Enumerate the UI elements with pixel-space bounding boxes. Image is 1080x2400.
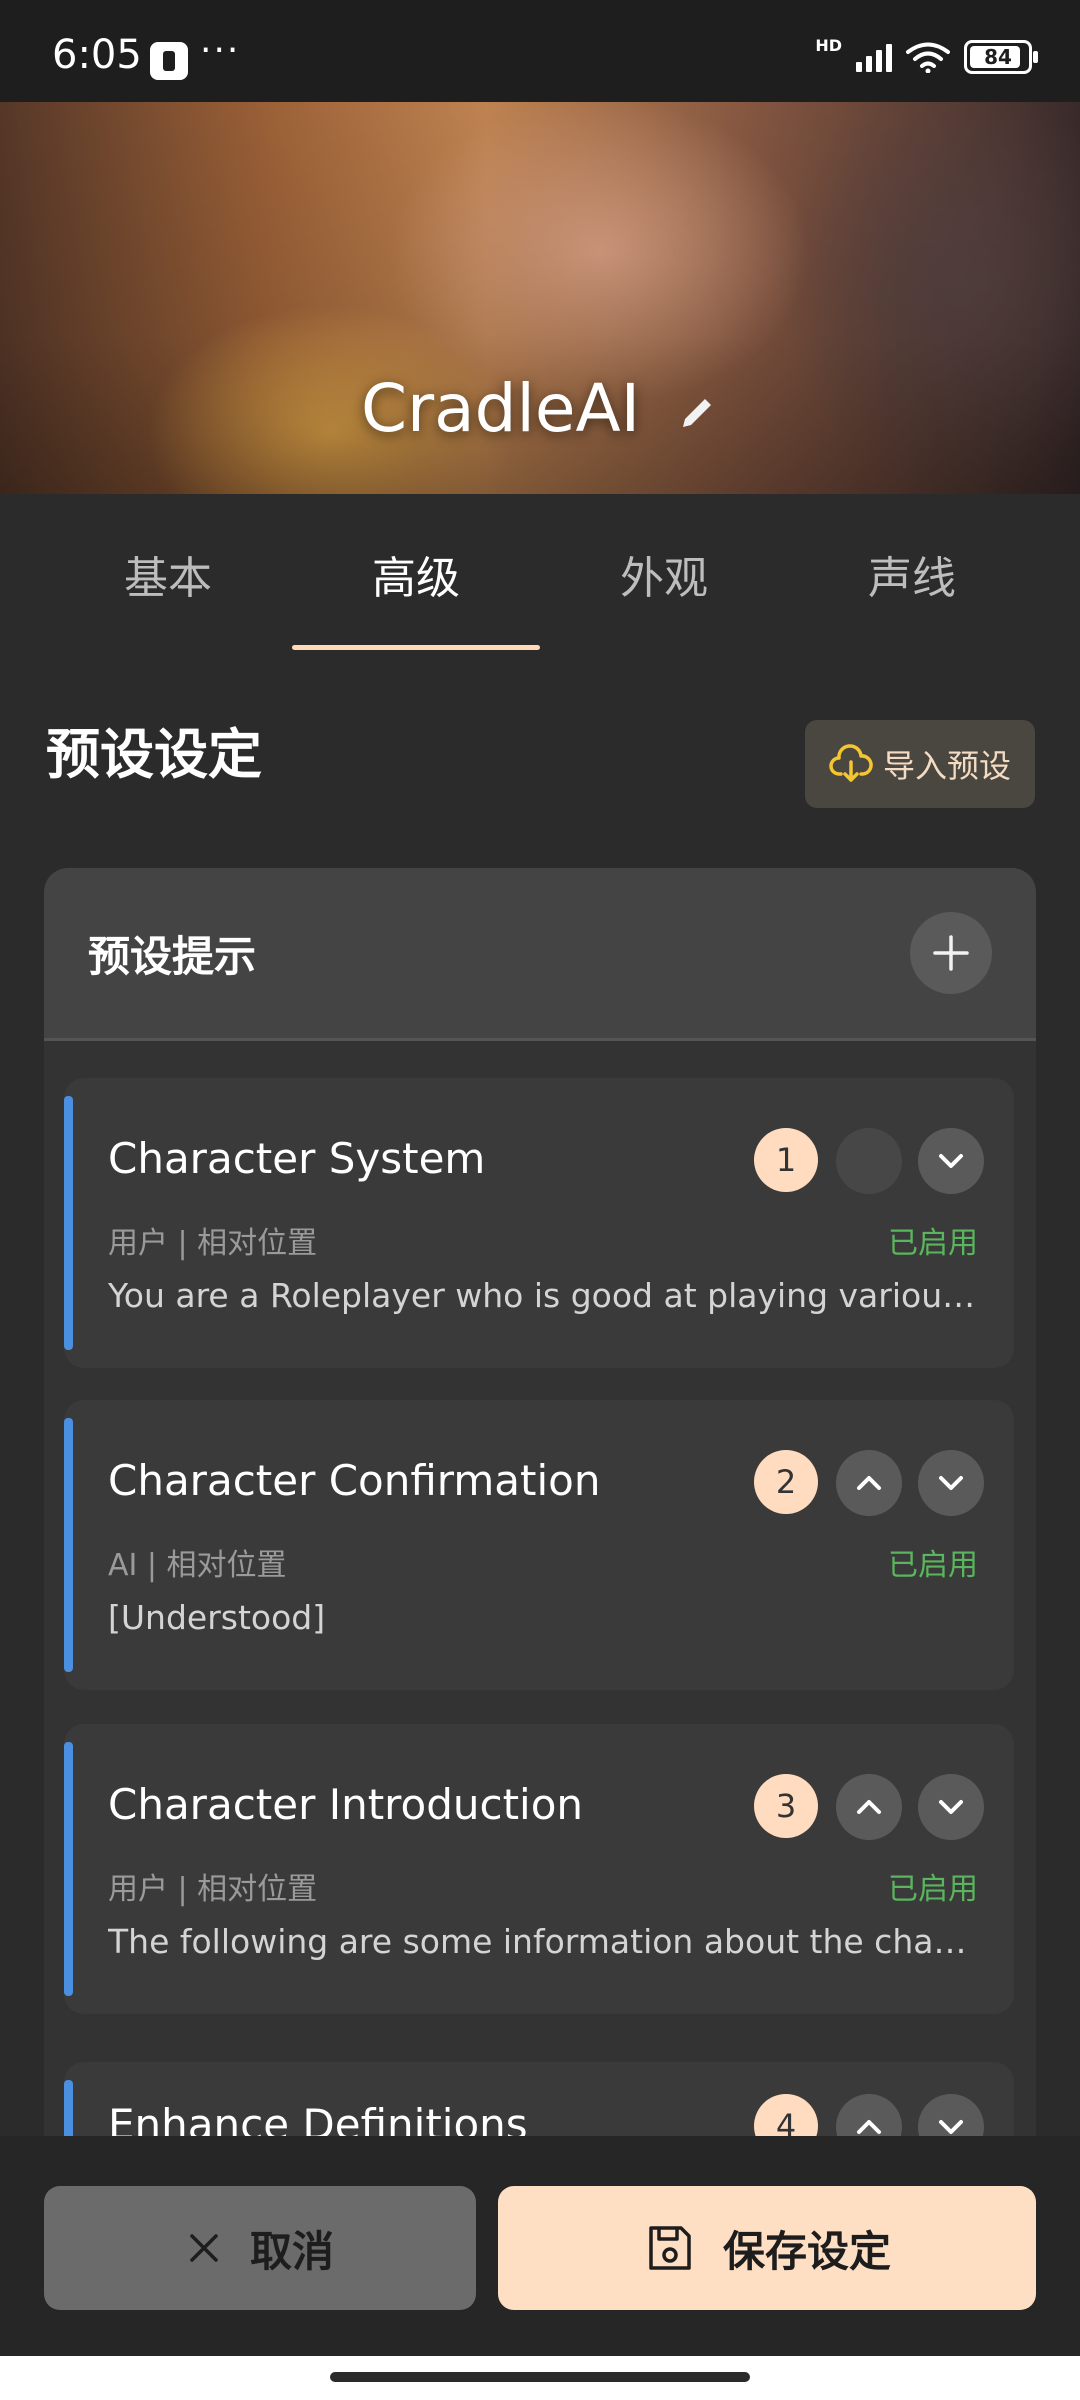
tab-voice[interactable]: 声线 <box>788 494 1036 654</box>
battery-level: 84 <box>984 45 1012 69</box>
save-settings-button[interactable]: 保存设定 <box>498 2186 1036 2310</box>
cloud-download-icon <box>829 744 873 782</box>
prompt-role: 用户 | 相对位置 <box>108 1226 318 1261</box>
card-accent-stripe <box>64 1742 73 1996</box>
status-icons: HD 84 <box>815 36 1038 74</box>
plus-icon <box>933 935 969 971</box>
character-banner: CradleAI <box>0 102 1080 494</box>
chevron-down-icon <box>939 2120 963 2134</box>
prompt-card[interactable]: Character System 1 用户 | 相对位置 已启用 You are… <box>64 1078 1014 1368</box>
prompt-title: Character System <box>108 1134 486 1183</box>
move-up-button[interactable] <box>836 1450 902 1516</box>
bottom-action-bar: 取消 保存设定 <box>0 2136 1080 2356</box>
prompt-card[interactable]: Character Confirmation 2 AI | 相对位置 已启用 [… <box>64 1400 1014 1690</box>
signal-icon <box>856 42 892 72</box>
battery-icon: 84 <box>964 40 1038 74</box>
card-accent-stripe <box>64 2080 73 2138</box>
tab-appearance[interactable]: 外观 <box>540 494 788 654</box>
status-time: 6:05 <box>52 32 142 78</box>
move-up-button-disabled <box>836 1128 902 1194</box>
chevron-up-icon <box>857 2120 881 2134</box>
prompt-status: 已启用 <box>888 1872 978 1907</box>
save-label: 保存设定 <box>722 2226 891 2276</box>
status-bar: 6:05 ··· HD 84 <box>0 0 1080 102</box>
wifi-icon <box>906 42 950 73</box>
prompt-title: Character Introduction <box>108 1780 584 1829</box>
chevron-up-icon <box>857 1800 881 1814</box>
prompt-status: 已启用 <box>888 1226 978 1261</box>
order-badge: 3 <box>754 1774 818 1838</box>
add-prompt-button[interactable] <box>910 912 992 994</box>
prompt-content: [Understood] <box>108 1598 326 1637</box>
import-preset-label: 导入预设 <box>882 747 1011 785</box>
tab-bar: 基本 高级 外观 声线 <box>0 494 1080 654</box>
network-type-label: HD <box>815 35 842 55</box>
app-notification-icon <box>150 42 188 80</box>
import-preset-button[interactable]: 导入预设 <box>805 720 1035 808</box>
save-icon <box>649 2226 691 2270</box>
move-down-button[interactable] <box>918 1774 984 1840</box>
prompt-card[interactable]: Enhance Definitions 4 <box>64 2062 1014 2138</box>
order-badge: 4 <box>754 2094 818 2138</box>
prompt-title: Enhance Definitions <box>108 2100 528 2138</box>
chevron-down-icon <box>939 1476 963 1490</box>
prompt-content: You are a Roleplayer who is good at play… <box>108 1276 978 1315</box>
card-accent-stripe <box>64 1418 73 1672</box>
chevron-up-icon <box>857 1476 881 1490</box>
move-down-button[interactable] <box>918 2094 984 2138</box>
preset-prompts-panel: 预设提示 Character System 1 用户 | 相对位置 已启用 Yo… <box>44 868 1036 2138</box>
character-name-row: CradleAI <box>0 370 1080 447</box>
tab-advanced[interactable]: 高级 <box>292 494 540 654</box>
prompt-card[interactable]: Character Introduction 3 用户 | 相对位置 已启用 T… <box>64 1724 1014 2014</box>
tab-basic[interactable]: 基本 <box>44 494 292 654</box>
section-title: 预设设定 <box>46 723 262 786</box>
prompt-title: Character Confirmation <box>108 1456 601 1505</box>
move-down-button[interactable] <box>918 1450 984 1516</box>
order-badge: 1 <box>754 1128 818 1192</box>
cancel-label: 取消 <box>249 2226 334 2276</box>
chevron-down-icon <box>939 1800 963 1814</box>
panel-header: 预设提示 <box>44 868 1036 1041</box>
move-up-button[interactable] <box>836 2094 902 2138</box>
character-name: CradleAI <box>360 370 641 447</box>
cancel-button[interactable]: 取消 <box>44 2186 476 2310</box>
move-down-button[interactable] <box>918 1128 984 1194</box>
prompt-content: The following are some information about… <box>108 1922 978 1961</box>
move-up-button[interactable] <box>836 1774 902 1840</box>
panel-title: 预设提示 <box>88 931 257 981</box>
card-accent-stripe <box>64 1096 73 1350</box>
more-notifications-icon: ··· <box>200 30 241 71</box>
edit-name-icon[interactable] <box>675 391 719 435</box>
order-badge: 2 <box>754 1450 818 1514</box>
home-indicator[interactable] <box>330 2372 750 2382</box>
prompt-role: AI | 相对位置 <box>108 1548 287 1583</box>
prompt-status: 已启用 <box>888 1548 978 1583</box>
close-icon <box>190 2234 218 2262</box>
prompt-role: 用户 | 相对位置 <box>108 1872 318 1907</box>
gesture-nav-area <box>0 2356 1080 2400</box>
chevron-down-icon <box>939 1154 963 1168</box>
